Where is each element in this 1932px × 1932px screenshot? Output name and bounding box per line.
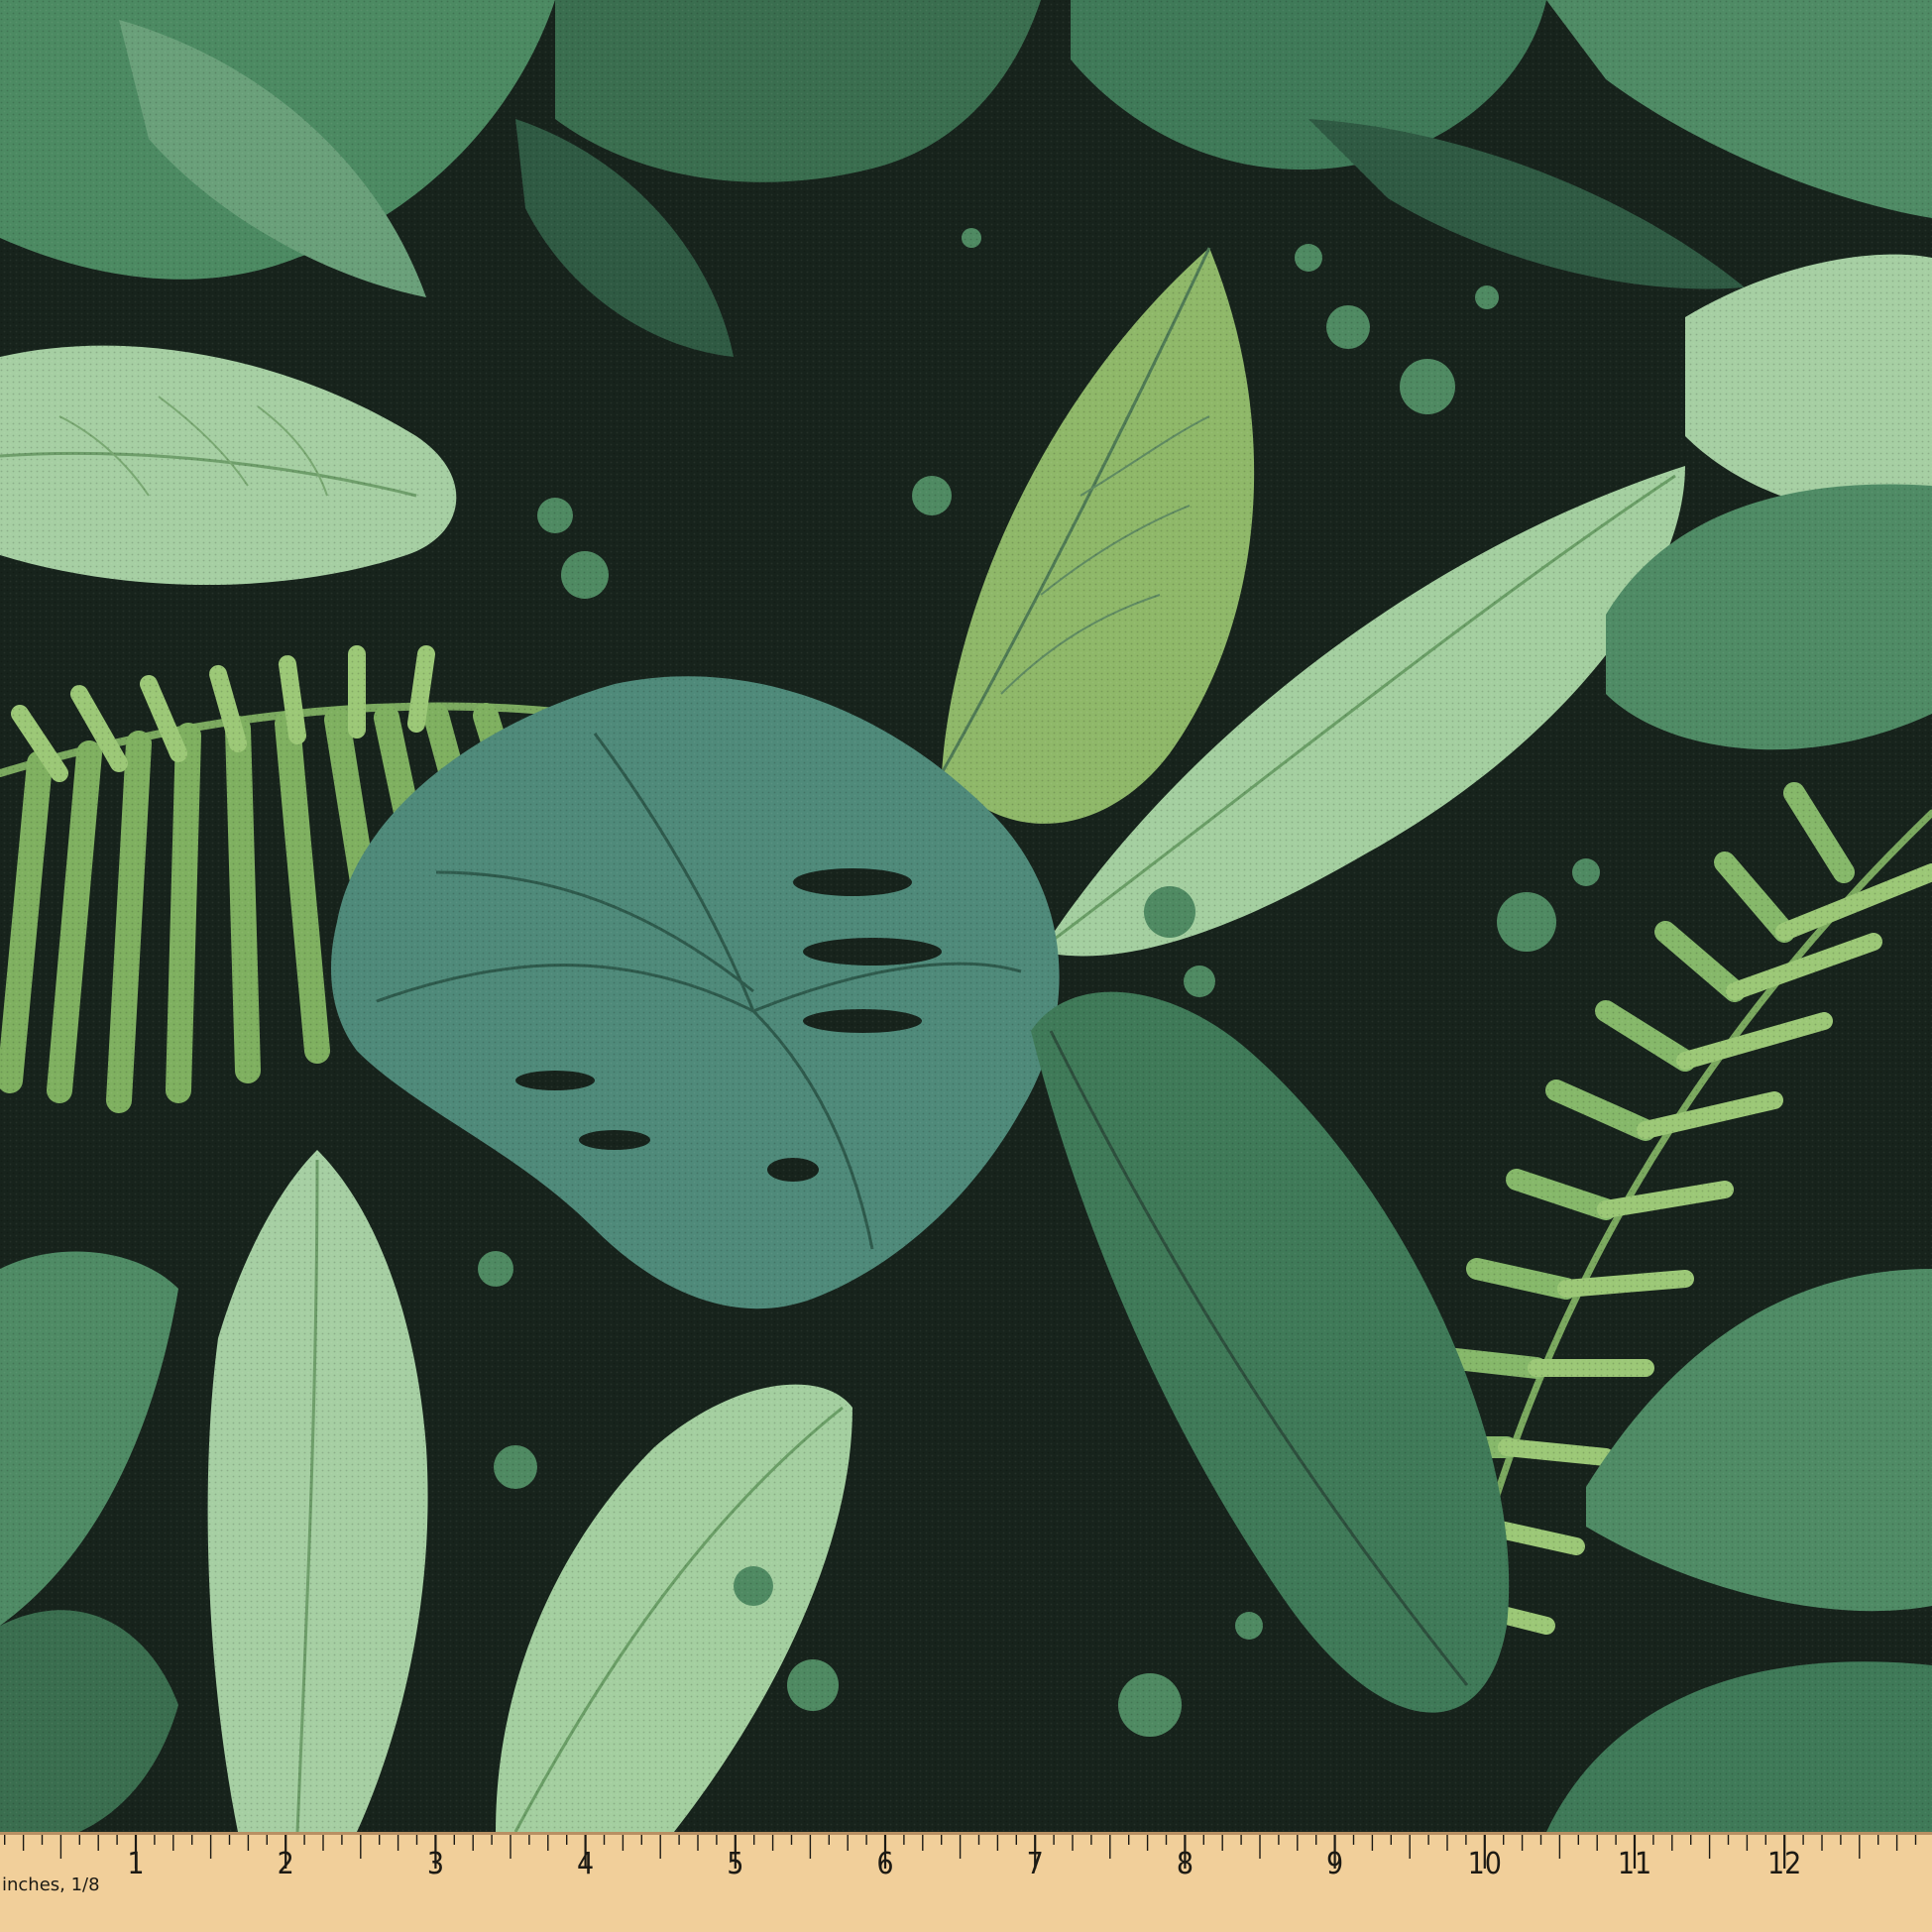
ruler-number: 3: [427, 1847, 444, 1881]
tropical-leaf-print: [0, 0, 1932, 1832]
ruler-number: 2: [278, 1847, 294, 1881]
ruler-number: 6: [876, 1847, 893, 1881]
ruler-number: 7: [1027, 1847, 1044, 1881]
ruler-unit-label: inches, 1/8: [2, 1875, 100, 1895]
ruler-number: 4: [577, 1847, 594, 1881]
ruler-number: 9: [1326, 1847, 1343, 1881]
measuring-ruler: 1234567891011121 inches, 1/8: [0, 1832, 1932, 1932]
ruler-number: 12: [1767, 1847, 1801, 1881]
ruler-number: 1: [127, 1847, 144, 1881]
ruler-number: 8: [1177, 1847, 1193, 1881]
fabric-weave-texture: [0, 0, 1932, 1832]
ruler-number: 11: [1618, 1847, 1651, 1881]
ruler-number: 5: [727, 1847, 743, 1881]
ruler-number: 10: [1468, 1847, 1502, 1881]
fabric-product-photo: 1234567891011121 inches, 1/8: [0, 0, 1932, 1932]
ruler-top-edge: [0, 1832, 1932, 1835]
